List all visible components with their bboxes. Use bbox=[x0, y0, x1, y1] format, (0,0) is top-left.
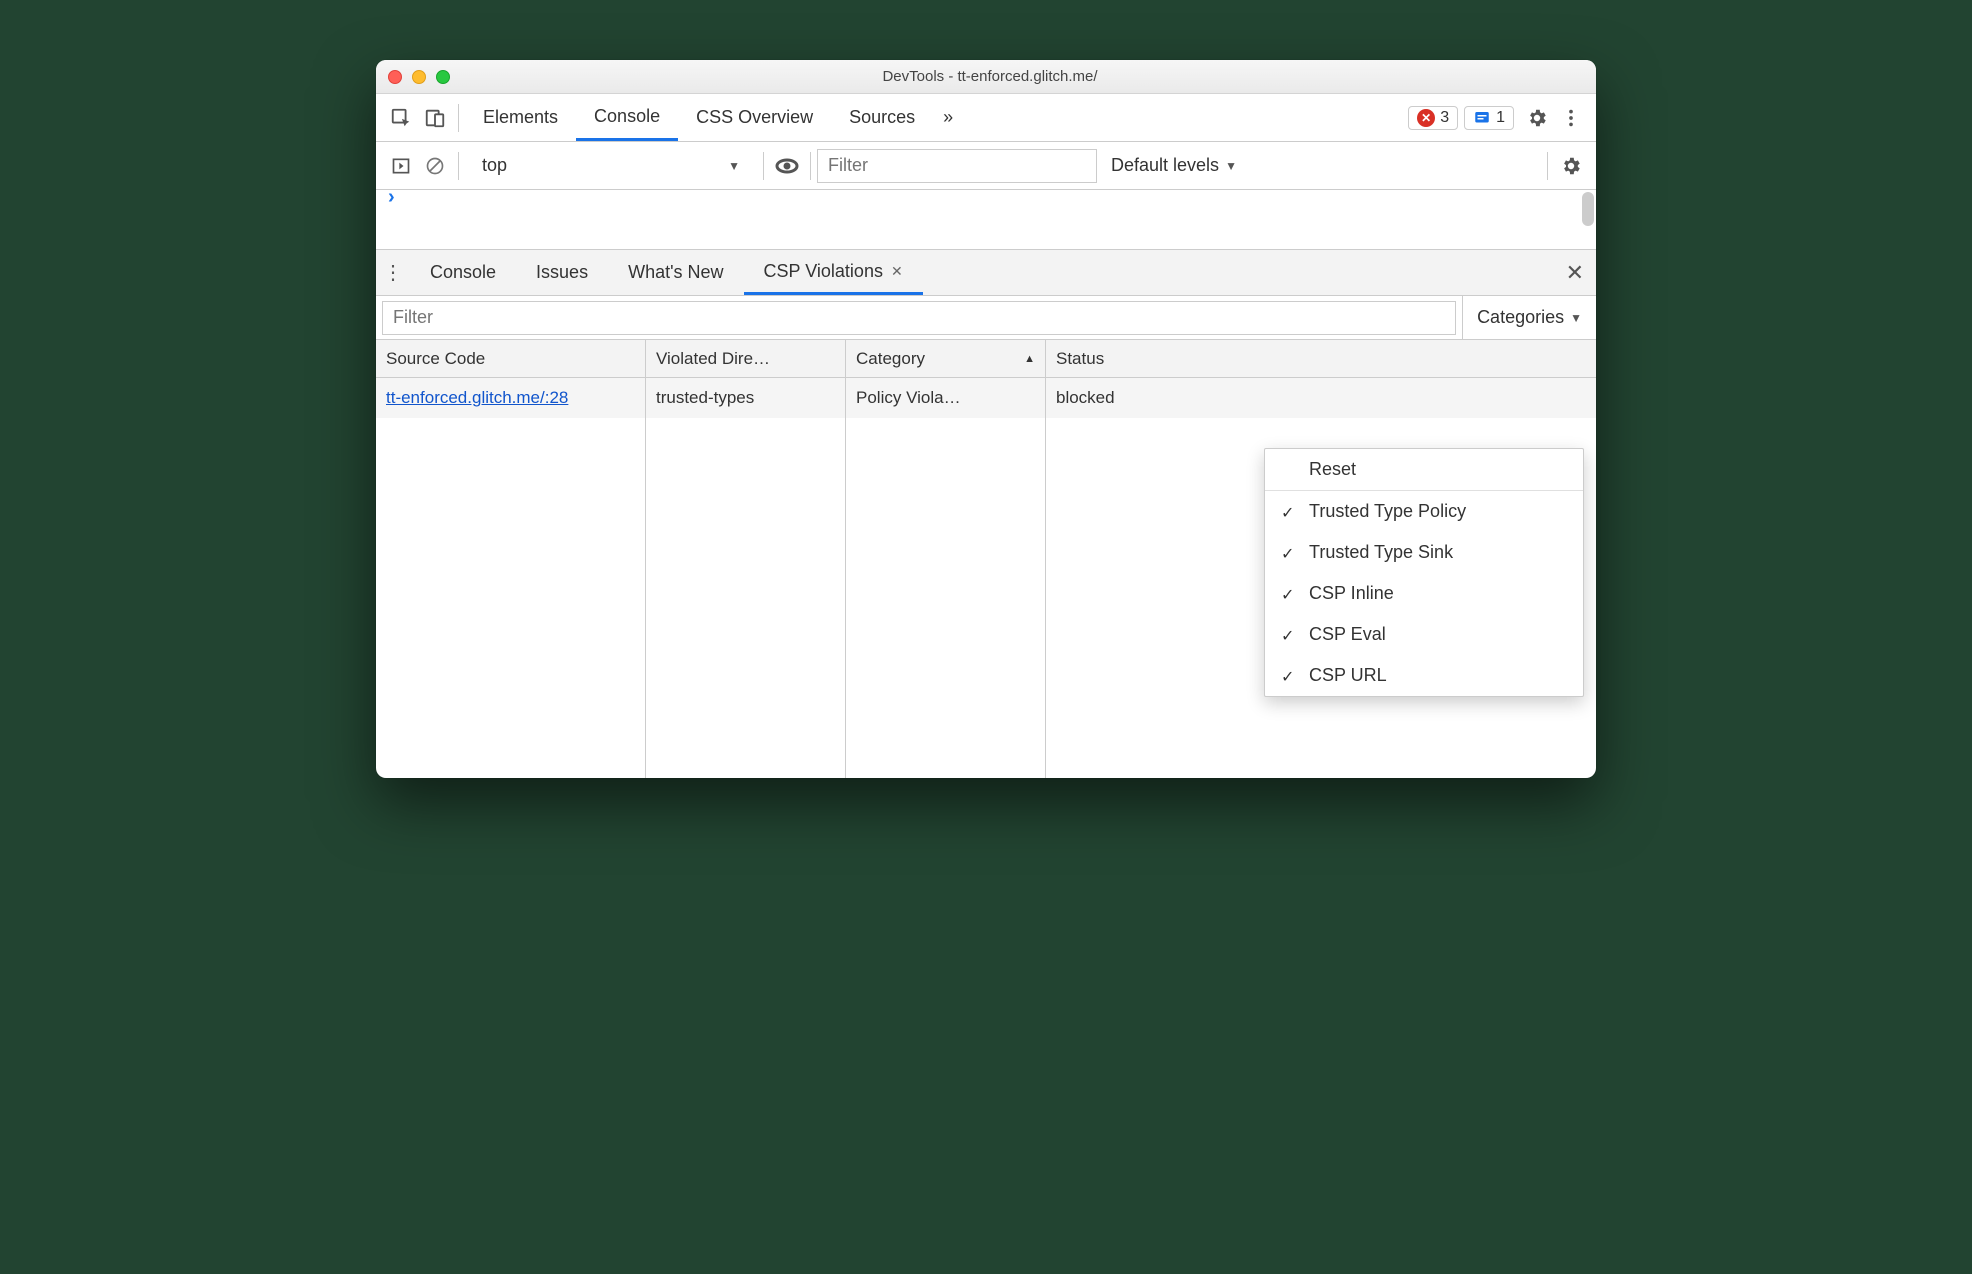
cell-category: Policy Viola… bbox=[846, 378, 1046, 418]
scrollbar-thumb[interactable] bbox=[1582, 192, 1594, 226]
sort-asc-icon: ▲ bbox=[1024, 353, 1035, 365]
drawer-tabstrip: ⋮ Console Issues What's New CSP Violatio… bbox=[376, 250, 1596, 296]
sidebar-toggle-icon[interactable] bbox=[384, 149, 418, 183]
drawer-tab-csp-violations[interactable]: CSP Violations ✕ bbox=[744, 250, 923, 295]
more-tabs-button[interactable]: » bbox=[933, 94, 963, 141]
errors-badge[interactable]: ✕ 3 bbox=[1408, 106, 1458, 130]
check-icon: ✓ bbox=[1281, 585, 1294, 605]
drawer-tab-console[interactable]: Console bbox=[410, 250, 516, 295]
table-row[interactable]: tt-enforced.glitch.me/:28 trusted-types … bbox=[376, 378, 1596, 418]
console-toolbar: top ▼ Default levels ▼ bbox=[376, 142, 1596, 190]
source-link[interactable]: tt-enforced.glitch.me/:28 bbox=[386, 388, 568, 408]
drawer-kebab-menu-icon[interactable]: ⋮ bbox=[376, 260, 410, 285]
col-directive[interactable]: Violated Dire… bbox=[646, 340, 846, 377]
inspect-element-icon[interactable] bbox=[384, 101, 418, 135]
check-icon: ✓ bbox=[1281, 626, 1294, 646]
kebab-menu-icon[interactable] bbox=[1554, 101, 1588, 135]
divider bbox=[810, 152, 811, 180]
popup-option-csp-url[interactable]: ✓ CSP URL bbox=[1265, 655, 1583, 696]
clear-console-icon[interactable] bbox=[418, 149, 452, 183]
categories-label: Categories bbox=[1477, 307, 1564, 328]
csp-table-header: Source Code Violated Dire… Category▲ Sta… bbox=[376, 340, 1596, 378]
device-toolbar-icon[interactable] bbox=[418, 101, 452, 135]
drawer-tab-issues[interactable]: Issues bbox=[516, 250, 608, 295]
divider bbox=[458, 104, 459, 132]
close-drawer-icon[interactable]: ✕ bbox=[1566, 260, 1584, 286]
console-output: › bbox=[376, 190, 1596, 250]
live-expression-icon[interactable] bbox=[770, 149, 804, 183]
log-levels-label: Default levels bbox=[1111, 155, 1219, 176]
tab-sources[interactable]: Sources bbox=[831, 94, 933, 141]
cell-status: blocked bbox=[1046, 378, 1596, 418]
traffic-lights bbox=[388, 70, 450, 84]
divider bbox=[458, 152, 459, 180]
chevron-down-icon: ▼ bbox=[1570, 311, 1582, 325]
log-levels-selector[interactable]: Default levels ▼ bbox=[1111, 155, 1237, 176]
categories-popup: Reset ✓ Trusted Type Policy ✓ Trusted Ty… bbox=[1264, 448, 1584, 697]
window-title: DevTools - tt-enforced.glitch.me/ bbox=[450, 68, 1530, 85]
popup-reset[interactable]: Reset bbox=[1265, 449, 1583, 491]
settings-icon[interactable] bbox=[1520, 101, 1554, 135]
drawer-tab-whats-new[interactable]: What's New bbox=[608, 250, 743, 295]
check-icon: ✓ bbox=[1281, 667, 1294, 687]
close-tab-icon[interactable]: ✕ bbox=[891, 263, 903, 280]
main-tabstrip: Elements Console CSS Overview Sources » … bbox=[376, 94, 1596, 142]
issues-count: 1 bbox=[1496, 109, 1505, 127]
minimize-window-button[interactable] bbox=[412, 70, 426, 84]
col-status[interactable]: Status bbox=[1046, 340, 1596, 377]
titlebar: DevTools - tt-enforced.glitch.me/ bbox=[376, 60, 1596, 94]
check-icon: ✓ bbox=[1281, 503, 1294, 523]
divider bbox=[763, 152, 764, 180]
popup-option-trusted-type-sink[interactable]: ✓ Trusted Type Sink bbox=[1265, 532, 1583, 573]
prompt-caret-icon: › bbox=[388, 186, 395, 209]
chevron-down-icon: ▼ bbox=[728, 159, 740, 173]
issue-icon bbox=[1473, 109, 1491, 127]
col-source[interactable]: Source Code bbox=[376, 340, 646, 377]
cell-directive: trusted-types bbox=[646, 378, 846, 418]
errors-count: 3 bbox=[1440, 109, 1449, 127]
error-icon: ✕ bbox=[1417, 109, 1435, 127]
col-category[interactable]: Category▲ bbox=[846, 340, 1046, 377]
popup-option-csp-inline[interactable]: ✓ CSP Inline bbox=[1265, 573, 1583, 614]
tab-css-overview[interactable]: CSS Overview bbox=[678, 94, 831, 141]
popup-option-trusted-type-policy[interactable]: ✓ Trusted Type Policy bbox=[1265, 491, 1583, 532]
check-icon: ✓ bbox=[1281, 544, 1294, 564]
csp-filter-input[interactable] bbox=[382, 301, 1456, 335]
chevron-down-icon: ▼ bbox=[1225, 159, 1237, 173]
csp-filter-bar: Categories ▼ bbox=[376, 296, 1596, 340]
console-filter-input[interactable] bbox=[817, 149, 1097, 183]
close-window-button[interactable] bbox=[388, 70, 402, 84]
devtools-window: DevTools - tt-enforced.glitch.me/ Elemen… bbox=[376, 60, 1596, 778]
categories-dropdown[interactable]: Categories ▼ bbox=[1462, 296, 1596, 339]
context-selector[interactable]: top ▼ bbox=[471, 149, 751, 183]
zoom-window-button[interactable] bbox=[436, 70, 450, 84]
tab-elements[interactable]: Elements bbox=[465, 94, 576, 141]
divider bbox=[1547, 152, 1548, 180]
console-settings-icon[interactable] bbox=[1554, 149, 1588, 183]
context-value: top bbox=[482, 155, 507, 176]
tab-label: CSP Violations bbox=[764, 261, 883, 282]
popup-option-csp-eval[interactable]: ✓ CSP Eval bbox=[1265, 614, 1583, 655]
tab-console[interactable]: Console bbox=[576, 94, 678, 141]
issues-badge[interactable]: 1 bbox=[1464, 106, 1514, 130]
